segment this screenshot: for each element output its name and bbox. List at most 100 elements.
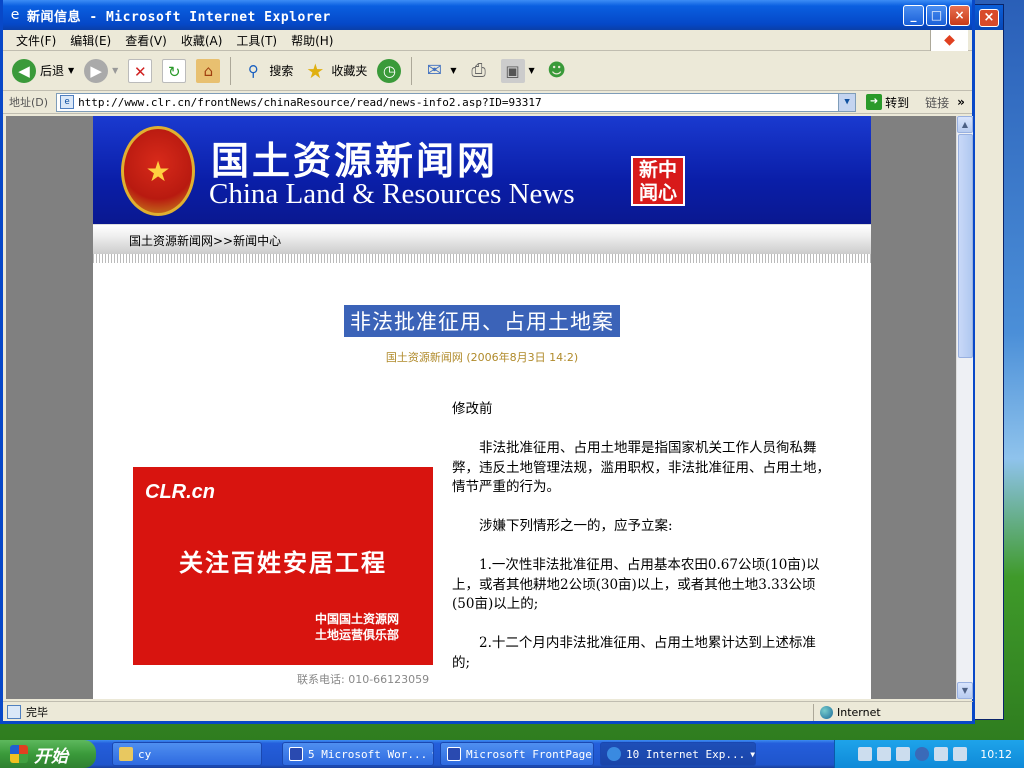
menu-file[interactable]: 文件(F) <box>9 32 63 49</box>
ad-slogan: 关注百姓安居工程 <box>179 549 387 577</box>
task-group-arrow-icon: ▼ <box>750 749 756 759</box>
word-icon <box>289 747 303 761</box>
back-label: 后退 <box>40 64 65 78</box>
article-title-wrap: 非法批准征用、占用土地案 <box>93 305 871 337</box>
status-text: 完毕 <box>26 706 48 719</box>
windows-flag-icon <box>10 745 28 763</box>
zone-label: Internet <box>837 706 881 719</box>
menu-edit[interactable]: 编辑(E) <box>63 32 118 49</box>
taskbar-item-folder[interactable]: cy <box>112 742 262 766</box>
article-paragraph: 1.一次性非法批准征用、占用基本农田0.67公顷(10亩)以上，或者其他耕地2公… <box>452 557 820 612</box>
frontpage-icon <box>447 747 461 761</box>
home-button[interactable]: ⌂ <box>193 54 223 88</box>
menu-tools[interactable]: 工具(T) <box>229 32 284 49</box>
toolbar: ◀ 后退 ▼ ▶ ▼ ✕ ↻ ⌂ ⚲ 搜索 ★ 收藏夹 ◷ ✉ ▼ ⎙ ▣ ▼ … <box>3 51 972 91</box>
menu-view[interactable]: 查看(V) <box>118 32 174 49</box>
national-emblem-icon: ★ <box>121 126 195 216</box>
article-paragraph: 非法批准征用、占用土地罪是指国家机关工作人员徇私舞弊，违反土地管理法规，滥用职权… <box>452 440 830 495</box>
menu-favorites[interactable]: 收藏(A) <box>174 32 230 49</box>
page-done-icon <box>7 705 21 719</box>
toolbar-separator <box>230 56 232 85</box>
go-label: 转到 <box>885 95 910 110</box>
mail-dropdown-icon[interactable]: ▼ <box>450 66 456 75</box>
scroll-up-button[interactable]: ▲ <box>957 116 973 133</box>
breadcrumb[interactable]: 国土资源新闻网>>新闻中心 <box>129 232 281 249</box>
status-bar: 完毕 Internet <box>3 701 973 722</box>
go-arrow-icon: ➜ <box>866 94 883 110</box>
taskbar-item-ie[interactable]: 10 Internet Exp... ▼ <box>600 742 756 766</box>
messenger-icon: ☻ <box>547 59 567 81</box>
address-dropdown-icon[interactable]: ▼ <box>838 93 856 111</box>
folder-icon <box>119 747 133 761</box>
clock[interactable]: 10:12 <box>980 748 1012 761</box>
address-url[interactable]: http://www.clr.cn/frontNews/chinaResourc… <box>78 96 838 109</box>
favorites-label: 收藏夹 <box>331 64 368 78</box>
start-button[interactable]: 开始 <box>0 740 96 768</box>
window-title: 新闻信息 - Microsoft Internet Explorer <box>27 9 331 25</box>
taskbar-item-word[interactable]: 5 Microsoft Wor... ▼ <box>282 742 434 766</box>
title-bar[interactable]: e 新闻信息 - Microsoft Internet Explorer _ □… <box>3 0 972 30</box>
links-button[interactable]: 链接 <box>925 94 949 111</box>
links-chevron-icon[interactable]: » <box>957 95 965 109</box>
network-icon[interactable] <box>934 747 949 761</box>
search-button[interactable]: ⚲ 搜索 <box>238 54 296 88</box>
ad-org-line2: 土地运营俱乐部 <box>314 628 399 642</box>
article-meta: 国土资源新闻网 (2006年8月3日 14:2) <box>385 351 579 364</box>
ad-organization: 中国国土资源网 土地运营俱乐部 <box>315 611 399 643</box>
back-button[interactable]: ◀ 后退 ▼ <box>9 54 77 88</box>
edit-dropdown-icon[interactable]: ▼ <box>529 66 535 75</box>
taskbar-item-frontpage[interactable]: Microsoft FrontPage <box>440 742 594 766</box>
show-hidden-icons-icon[interactable] <box>915 747 930 761</box>
forward-dropdown-icon[interactable]: ▼ <box>112 66 118 75</box>
keyboard-icon[interactable] <box>858 747 873 761</box>
favorites-button[interactable]: ★ 收藏夹 <box>300 54 370 88</box>
start-label: 开始 <box>34 746 68 767</box>
task-label: Microsoft FrontPage <box>466 747 592 761</box>
close-button[interactable]: × <box>949 4 970 26</box>
stop-button[interactable]: ✕ <box>125 54 155 88</box>
messenger-button[interactable]: ☻ <box>542 54 572 88</box>
history-button[interactable]: ◷ <box>374 54 404 88</box>
task-group-arrow-icon: ▼ <box>432 750 433 759</box>
dotted-divider <box>93 254 871 263</box>
task-label: 10 Internet Exp... <box>626 747 746 761</box>
mail-button[interactable]: ✉ ▼ <box>419 54 459 88</box>
menu-help[interactable]: 帮助(H) <box>284 32 340 49</box>
back-dropdown-icon[interactable]: ▼ <box>68 66 74 75</box>
search-label: 搜索 <box>269 64 294 78</box>
ie-logo-icon: e <box>10 7 20 23</box>
ie-icon <box>607 747 621 761</box>
mail-icon: ✉ <box>426 59 442 81</box>
background-window[interactable]: × <box>970 4 1004 720</box>
print-button[interactable]: ⎙ <box>464 54 494 88</box>
background-window-close-button[interactable]: × <box>979 9 999 27</box>
maximize-button[interactable]: □ <box>926 4 947 26</box>
scroll-thumb[interactable] <box>958 134 973 358</box>
volume-icon[interactable] <box>953 747 968 761</box>
web-page: ★ 国土资源新闻网 China Land & Resources News 新中… <box>93 116 871 699</box>
ad-logo: CLR.cn <box>145 481 215 503</box>
task-label: 5 Microsoft Wor... <box>308 747 428 761</box>
security-zone[interactable]: Internet <box>813 704 881 721</box>
edit-button[interactable]: ▣ ▼ <box>498 54 538 88</box>
task-label: cy <box>138 747 152 761</box>
home-icon: ⌂ <box>196 58 221 83</box>
ad-banner[interactable]: CLR.cn 关注百姓安居工程 中国国土资源网 土地运营俱乐部 <box>133 467 433 665</box>
help-icon[interactable] <box>877 747 892 761</box>
star-icon: ★ <box>306 58 325 83</box>
minimize-button[interactable]: _ <box>903 4 924 26</box>
printer-icon: ⎙ <box>471 59 486 81</box>
ad-phone: 联系电话: 010-66123059 <box>297 673 430 686</box>
refresh-button[interactable]: ↻ <box>159 54 189 88</box>
stop-icon: ✕ <box>128 58 153 83</box>
site-name-cn: 国土资源新闻网 <box>211 138 499 183</box>
address-input[interactable]: e http://www.clr.cn/frontNews/chinaResou… <box>56 92 857 112</box>
system-tray: 10:12 <box>834 740 1024 768</box>
article-paragraph: 修改前 <box>452 401 493 417</box>
language-icon[interactable] <box>896 747 911 761</box>
scroll-down-button[interactable]: ▼ <box>957 682 973 699</box>
article-paragraph: 涉嫌下列情形之一的，应予立案: <box>479 518 673 534</box>
vertical-scrollbar[interactable]: ▲ ▼ <box>956 116 973 699</box>
go-button[interactable]: ➜ 转到 <box>866 94 909 111</box>
forward-button[interactable]: ▶ ▼ <box>81 54 121 88</box>
